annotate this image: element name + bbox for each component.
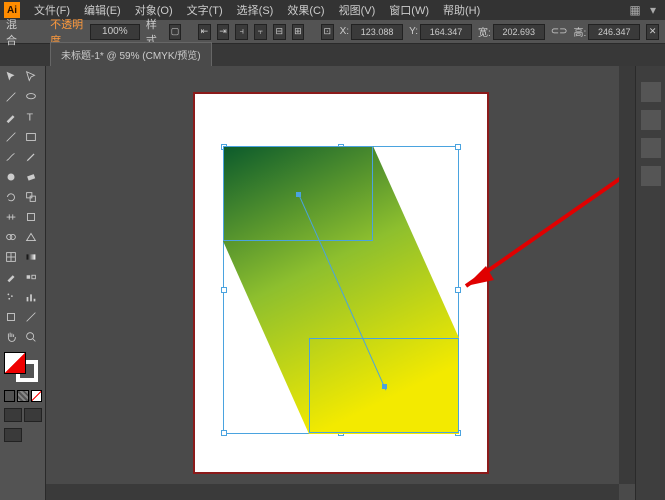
panel-icon-2[interactable] [641,110,661,130]
column-graph-tool[interactable] [22,288,40,306]
align-icon-5[interactable]: ⊟ [273,24,286,40]
align-icon-1[interactable]: ⇤ [198,24,211,40]
menu-window[interactable]: 窗口(W) [383,0,435,20]
link-icon[interactable]: ⊂⊃ [551,26,568,37]
rotate-tool[interactable] [2,188,20,206]
blob-brush-tool[interactable] [2,168,20,186]
align-icon-3[interactable]: ⫞ [235,24,248,40]
panel-icon-3[interactable] [641,138,661,158]
options-bar: 混合 不透明度 样式 ▢ ⇤ ⇥ ⫞ ⫟ ⊟ ⊞ ⊡ X: 123.088 Y:… [0,20,665,44]
vertical-scrollbar[interactable] [619,66,635,484]
menu-view[interactable]: 视图(V) [333,0,382,20]
main-area: T [0,66,665,500]
scale-tool[interactable] [22,188,40,206]
width-tool[interactable] [2,208,20,226]
annotation-arrow [446,166,636,306]
symbol-sprayer-tool[interactable] [2,288,20,306]
pencil-tool[interactable] [22,148,40,166]
rectangle-tool[interactable] [22,128,40,146]
color-mode-row [2,390,42,402]
anchor-icon[interactable]: ⊡ [321,24,334,40]
fill-swatch[interactable] [4,352,26,374]
dropdown-icon[interactable]: ▾ [645,3,661,17]
zoom-tool[interactable] [22,328,40,346]
canvas-area[interactable] [46,66,635,500]
direct-selection-tool[interactable] [22,68,40,86]
panel-icon-4[interactable] [641,166,661,186]
gradient-tool[interactable] [22,248,40,266]
paintbrush-tool[interactable] [2,148,20,166]
align-icon-2[interactable]: ⇥ [217,24,230,40]
menu-effect[interactable]: 效果(C) [281,0,330,20]
reset-icon[interactable]: ✕ [646,24,659,40]
free-transform-tool[interactable] [22,208,40,226]
x-input[interactable]: 123.088 [351,24,403,40]
horizontal-scrollbar[interactable] [46,484,619,500]
artboard-tool[interactable] [2,308,20,326]
screen-mode-row [2,408,42,422]
document-tab[interactable]: 未标题-1* @ 59% (CMYK/预览) [50,42,212,66]
screen-mode-row2 [2,428,22,442]
color-mode-2[interactable] [17,390,28,402]
y-label: Y: [409,26,418,37]
panel-icon-1[interactable] [641,82,661,102]
h-input[interactable]: 246.347 [588,24,640,40]
eraser-tool[interactable] [22,168,40,186]
w-label: 宽: [478,24,491,39]
color-mode-3[interactable] [31,390,42,402]
blend-label: 混合 [6,16,23,48]
w-input[interactable]: 202.693 [493,24,545,40]
draw-mode-1[interactable] [4,408,22,422]
menu-help[interactable]: 帮助(H) [437,0,486,20]
blend-tool[interactable] [22,268,40,286]
align-icon-4[interactable]: ⫟ [254,24,267,40]
selection-tool[interactable] [2,68,20,86]
artboard[interactable] [193,92,489,474]
opacity-input[interactable] [90,24,140,40]
eyedropper-tool[interactable] [2,268,20,286]
perspective-tool[interactable] [22,228,40,246]
color-mode-1[interactable] [4,390,15,402]
screen-mode[interactable] [4,428,22,442]
hand-tool[interactable] [2,328,20,346]
svg-text:T: T [27,112,34,124]
arrange-icon[interactable]: ▦ [627,3,643,17]
draw-mode-2[interactable] [24,408,42,422]
type-tool[interactable]: T [22,108,40,126]
menu-edit[interactable]: 编辑(E) [78,0,127,20]
shape-builder-tool[interactable] [2,228,20,246]
align-icon-6[interactable]: ⊞ [292,24,305,40]
menu-bar: Ai 文件(F) 编辑(E) 对象(O) 文字(T) 选择(S) 效果(C) 视… [0,0,665,20]
line-tool[interactable] [2,128,20,146]
pen-tool[interactable] [2,108,20,126]
mesh-tool[interactable] [2,248,20,266]
h-label: 高: [574,24,587,39]
fill-stroke-swatch[interactable] [4,352,43,384]
magic-wand-tool[interactable] [2,88,20,106]
lasso-tool[interactable] [22,88,40,106]
menu-select[interactable]: 选择(S) [231,0,280,20]
x-label: X: [340,26,349,37]
y-input[interactable]: 164.347 [420,24,472,40]
menu-type[interactable]: 文字(T) [181,0,229,20]
style-swatch[interactable]: ▢ [169,24,182,40]
tab-bar: 未标题-1* @ 59% (CMYK/预览) [0,44,665,66]
tools-panel: T [0,66,46,500]
right-panel-dock [635,66,665,500]
slice-tool[interactable] [22,308,40,326]
